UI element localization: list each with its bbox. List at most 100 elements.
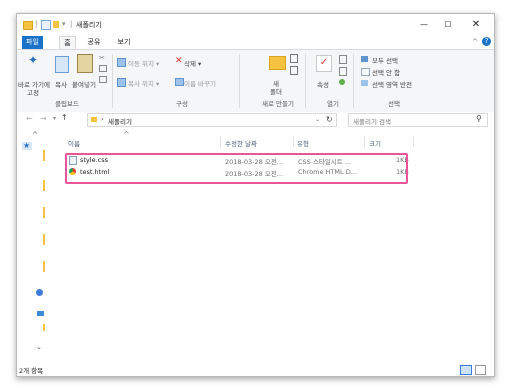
forward-icon[interactable]: → <box>40 114 47 123</box>
open-icon[interactable] <box>339 55 347 64</box>
new-item-icon[interactable] <box>290 54 298 63</box>
rename-button[interactable]: 이름 바꾸기 <box>184 78 216 88</box>
nav-folder-icon[interactable] <box>43 180 45 191</box>
close-button[interactable]: ✕ <box>466 17 486 33</box>
path-folder[interactable]: 새폴리기 <box>108 116 132 126</box>
item-count: 2개 항목 <box>19 367 44 375</box>
file-explorer-window: | ▾ | 새폴리기 — ☐ ✕ 파일 홈 공유 보기 ^ ? ✦ 바로 가기에… <box>16 13 495 377</box>
new-group-label: 새로 만들기 <box>262 100 294 108</box>
title-bar: | ▾ | 새폴리기 — ☐ ✕ <box>17 14 494 36</box>
delete-button[interactable]: 삭제 ▾ <box>184 58 201 68</box>
properties-label[interactable]: 속성 <box>317 79 329 89</box>
copy-to-button[interactable]: 복사 위치 ▾ <box>128 78 159 88</box>
move-to-button[interactable]: 이동 위치 ▾ <box>128 58 159 68</box>
recent-locations-icon[interactable]: ▾ <box>53 115 56 122</box>
address-bar[interactable]: › 새폴리기 ⌄ ↻ <box>87 113 337 127</box>
quick-access-star-icon[interactable]: ★ <box>23 141 30 150</box>
copy-to-icon <box>117 78 126 87</box>
pin-label-2[interactable]: 고정 <box>27 87 39 97</box>
address-dropdown-icon[interactable]: ⌄ <box>315 116 320 123</box>
column-header-size[interactable]: 크기 <box>369 138 381 148</box>
status-bar: 2개 항목 <box>17 364 494 376</box>
tab-share[interactable]: 공유 <box>85 36 103 49</box>
select-all-button[interactable]: 모두 선택 <box>372 55 398 65</box>
new-folder-icon[interactable] <box>269 56 286 70</box>
maximize-button[interactable]: ☐ <box>438 17 458 33</box>
search-box[interactable]: 새폴리기 검색 ⚲ <box>348 113 488 127</box>
delete-icon: ✕ <box>175 56 183 66</box>
column-divider[interactable] <box>413 136 414 147</box>
paste-label[interactable]: 붙여넣기 <box>72 79 96 89</box>
new-folder-quick-icon[interactable] <box>53 21 59 28</box>
new-folder-label-2[interactable]: 폴더 <box>270 86 282 96</box>
move-to-icon <box>117 58 126 67</box>
cut-icon[interactable]: ✂ <box>99 54 105 62</box>
help-icon[interactable]: ? <box>482 37 491 46</box>
select-none-icon <box>361 68 370 76</box>
properties-quick-icon[interactable] <box>41 20 51 30</box>
select-group-label: 선택 <box>388 100 400 108</box>
this-pc-icon[interactable] <box>37 311 44 316</box>
easy-access-icon[interactable] <box>290 66 298 75</box>
navigation-pane: ^ ★ ⌄ <box>17 128 51 364</box>
select-none-button[interactable]: 선택 안 함 <box>372 67 400 77</box>
navigation-bar: ← → ▾ ↑ › 새폴리기 ⌄ ↻ 새폴리기 검색 ⚲ <box>17 112 494 128</box>
title-separator: | <box>70 20 73 28</box>
nav-folder-icon[interactable] <box>43 150 45 161</box>
ribbon-separator <box>112 54 113 108</box>
collapse-ribbon-icon[interactable]: ^ <box>472 38 478 46</box>
tab-home[interactable]: 홈 <box>59 36 76 50</box>
column-header-date[interactable]: 수정한 날짜 <box>225 138 257 148</box>
invert-selection-icon <box>361 80 368 86</box>
column-header-type[interactable]: 유형 <box>297 138 309 148</box>
pin-icon: ✦ <box>28 53 39 67</box>
selection-highlight-annotation <box>65 153 408 184</box>
properties-icon[interactable]: ✓ <box>316 55 332 72</box>
large-icons-view-icon[interactable] <box>475 365 486 375</box>
paste-shortcut-icon[interactable] <box>99 76 107 83</box>
nav-folder-icon[interactable] <box>43 324 45 331</box>
nav-folder-icon[interactable] <box>43 261 45 272</box>
column-divider[interactable] <box>220 136 221 147</box>
column-header-name[interactable]: 이름 <box>68 138 80 148</box>
up-icon[interactable]: ↑ <box>61 113 68 122</box>
onedrive-icon[interactable] <box>36 289 43 296</box>
invert-selection-button[interactable]: 선택 영역 반전 <box>372 79 412 89</box>
history-icon[interactable] <box>339 79 345 85</box>
edit-icon[interactable] <box>339 67 347 76</box>
back-icon[interactable]: ← <box>26 114 33 123</box>
refresh-icon[interactable]: ↻ <box>326 115 333 124</box>
details-view-icon[interactable] <box>460 365 472 375</box>
copy-label[interactable]: 복사 <box>55 79 67 89</box>
copy-path-icon[interactable] <box>99 65 107 72</box>
clipboard-group-label: 클립보드 <box>55 100 79 108</box>
quick-access-dropdown-icon[interactable]: ▾ <box>62 20 66 28</box>
nav-folder-icon[interactable] <box>43 207 45 218</box>
copy-icon[interactable] <box>55 56 69 73</box>
window-title: 새폴리기 <box>76 21 102 29</box>
tab-file[interactable]: 파일 <box>22 36 43 49</box>
scroll-down-icon[interactable]: ⌄ <box>36 343 42 351</box>
tab-view[interactable]: 보기 <box>115 36 133 49</box>
paste-icon[interactable] <box>77 54 93 73</box>
column-divider[interactable] <box>293 136 294 147</box>
quick-access-separator: | <box>35 20 38 28</box>
minimize-button[interactable]: — <box>414 17 434 33</box>
sort-ascending-icon: ^ <box>123 130 130 139</box>
column-divider[interactable] <box>364 136 365 147</box>
search-icon[interactable]: ⚲ <box>476 114 482 123</box>
ribbon-separator <box>305 54 306 108</box>
ribbon-tabs: 파일 홈 공유 보기 ^ ? <box>17 36 494 50</box>
rename-icon <box>175 78 184 86</box>
path-chevron[interactable]: › <box>101 115 104 123</box>
search-input[interactable]: 새폴리기 검색 <box>353 116 391 126</box>
folder-icon <box>91 117 97 122</box>
folder-icon <box>23 21 33 30</box>
open-group-label: 열기 <box>327 100 339 108</box>
organize-group-label: 구성 <box>176 100 188 108</box>
scroll-up-icon[interactable]: ^ <box>32 131 38 139</box>
select-all-icon <box>361 56 368 62</box>
ribbon-separator <box>239 54 240 108</box>
ribbon: ✦ 바로 가기에 고정 복사 붙여넣기 ✂ 클립보드 이동 위치 ▾ 복사 위치… <box>17 49 494 113</box>
nav-folder-icon[interactable] <box>43 234 45 245</box>
